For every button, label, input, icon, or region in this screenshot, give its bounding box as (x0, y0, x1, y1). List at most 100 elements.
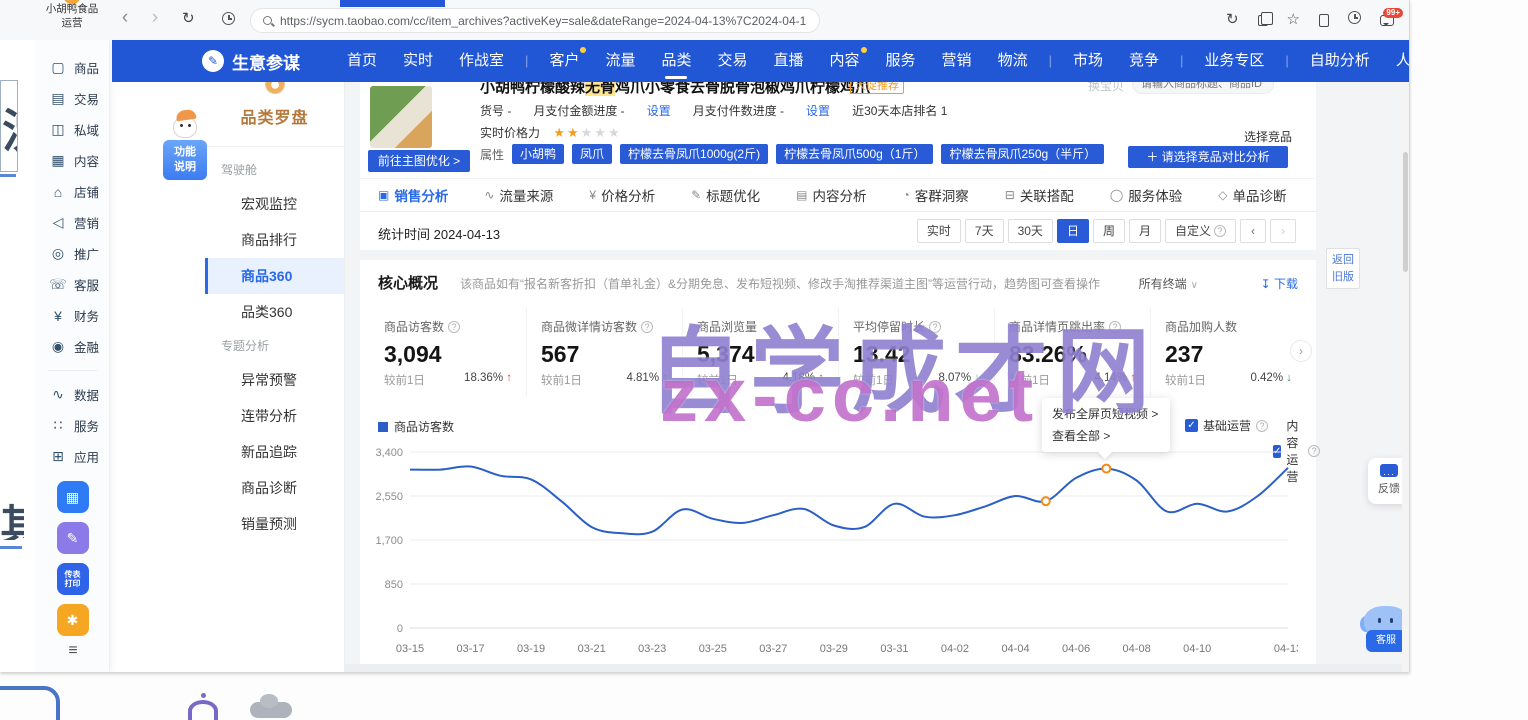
attribute-pill[interactable]: 柠檬去骨凤爪500g（1斤） (776, 144, 933, 164)
bookmark-star-icon[interactable]: ☆ (1287, 12, 1300, 28)
tab-价格分析[interactable]: ¥价格分析 (589, 185, 655, 205)
visitors-trend-chart[interactable]: 3,4002,5501,700850003-1503-1703-1903-210… (368, 446, 1298, 658)
terminal-filter-dropdown[interactable]: 所有终端∨ (1139, 275, 1198, 292)
topnav-item-13[interactable]: 竞争 (1129, 40, 1159, 82)
vertical-scrollbar[interactable] (1402, 82, 1409, 672)
refresh-icon[interactable]: ↻ (182, 9, 195, 27)
print-app-icon[interactable]: 传表打印 (57, 563, 89, 595)
sidebar-item-私域[interactable]: ◫私域 (36, 114, 109, 145)
sidebar-collapse-menu-icon[interactable]: ≡ (36, 642, 110, 660)
operation-marker[interactable] (1042, 497, 1050, 505)
sidebar-item-交易[interactable]: ▤交易 (36, 83, 109, 114)
next-period-button[interactable] (1270, 219, 1296, 243)
sidebar-item-财务[interactable]: ¥财务 (36, 300, 109, 331)
sidebar-item-数据[interactable]: ∿数据 (36, 379, 109, 410)
feature-help-widget[interactable]: 功能 说明 (163, 110, 207, 180)
subnav-item-异常预警[interactable]: 异常预警 (205, 362, 344, 398)
tab-服务体验[interactable]: ◯服务体验 (1110, 185, 1182, 205)
sidebar-item-营销[interactable]: ◁营销 (36, 207, 109, 238)
tabs-icon[interactable] (1258, 15, 1268, 26)
topnav-item-10[interactable]: 营销 (942, 40, 972, 82)
sidebar-item-推广[interactable]: ◎推广 (36, 238, 109, 269)
sycm-brand[interactable]: ✎ 生意参谋 (202, 49, 300, 74)
history-clock-icon[interactable] (222, 12, 235, 30)
chart-legend[interactable]: 商品访客数 (378, 418, 454, 435)
topnav-item-15[interactable]: 自助分析 (1310, 40, 1370, 82)
topnav-item-14[interactable]: 业务专区 (1204, 40, 1264, 82)
subnav-item-宏观监控[interactable]: 宏观监控 (205, 186, 344, 222)
url-text[interactable]: https://sycm.taobao.com/cc/item_archives… (280, 14, 807, 28)
range-button-周[interactable]: 周 (1093, 219, 1125, 243)
operation-marker[interactable] (1102, 465, 1110, 473)
hand-app-icon[interactable]: ✱ (57, 604, 89, 636)
subnav-item-连带分析[interactable]: 连带分析 (205, 398, 344, 434)
back-to-old-version-button[interactable]: 返回 旧版 (1326, 248, 1360, 289)
topnav-item-8[interactable]: 内容 (830, 40, 860, 82)
popup-action-link[interactable]: 查看全部 > (1052, 425, 1160, 447)
topnav-item-6[interactable]: 交易 (717, 40, 747, 82)
topnav-item-7[interactable]: 直播 (774, 40, 804, 82)
topnav-item-5[interactable]: 品类 (661, 40, 691, 82)
sidebar-item-商品[interactable]: ▢商品 (36, 52, 109, 83)
topnav-item-2[interactable]: 作战室 (459, 40, 504, 82)
metric-card-商品微详情访客数[interactable]: 商品微详情访客数567较前1日4.81% ↑ (526, 308, 682, 396)
subnav-item-商品360[interactable]: 商品360 (205, 258, 344, 294)
topnav-item-11[interactable]: 物流 (998, 40, 1028, 82)
set-pay-amount-link[interactable]: 设置 (647, 102, 671, 119)
popup-action-link[interactable]: 发布全屏页短视频 > (1052, 403, 1160, 425)
range-button-自定义[interactable]: 自定义 (1165, 219, 1236, 243)
tab-单品诊断[interactable]: ◇单品诊断 (1218, 185, 1286, 205)
topnav-item-12[interactable]: 市场 (1073, 40, 1103, 82)
note-app-icon[interactable]: ✎ (57, 522, 89, 554)
tab-流量来源[interactable]: ∿流量来源 (484, 185, 553, 205)
attribute-pill[interactable]: 凤爪 (572, 144, 612, 164)
tab-关联搭配[interactable]: ⊟关联搭配 (1005, 185, 1074, 205)
tab-标题优化[interactable]: ✎标题优化 (691, 185, 760, 205)
range-button-实时[interactable]: 实时 (917, 219, 961, 243)
url-bar[interactable]: https://sycm.taobao.com/cc/item_archives… (250, 8, 820, 33)
tab-客群洞察[interactable]: ◔客群洞察 (903, 185, 969, 205)
topnav-item-9[interactable]: 服务 (886, 40, 916, 82)
select-competitor-button[interactable]: ＋ 请选择竞品对比分析 (1128, 146, 1288, 168)
sidebar-item-服务[interactable]: ∷服务 (36, 410, 109, 441)
more-metrics-chevron[interactable]: › (1290, 340, 1312, 362)
checkbox-基础运营[interactable]: 基础运营 (1185, 417, 1268, 434)
download-button[interactable]: ↧ 下载 (1261, 275, 1298, 292)
topnav-item-4[interactable]: 流量 (605, 40, 635, 82)
metric-card-平均停留时长[interactable]: 平均停留时长13.42较前1日8.07% ↓ (838, 308, 994, 396)
sidebar-item-店铺[interactable]: ⌂店铺 (36, 176, 109, 207)
scrollbar-thumb[interactable] (1403, 152, 1408, 272)
sidebar-item-内容[interactable]: ▦内容 (36, 145, 109, 176)
tab-销售分析[interactable]: ▣销售分析 (378, 185, 448, 205)
range-button-30天[interactable]: 30天 (1008, 219, 1053, 243)
set-pay-count-link[interactable]: 设置 (806, 102, 830, 119)
topnav-item-3[interactable]: 客户 (549, 40, 579, 82)
sidebar-item-应用[interactable]: ⊞应用 (36, 441, 109, 472)
reading-list-icon[interactable] (1319, 14, 1329, 27)
subnav-item-商品排行[interactable]: 商品排行 (205, 222, 344, 258)
subnav-item-品类360[interactable]: 品类360 (205, 294, 344, 330)
product-image[interactable] (370, 86, 432, 148)
topnav-item-1[interactable]: 实时 (403, 40, 433, 82)
history-icon[interactable] (1348, 11, 1361, 29)
forward-icon[interactable]: › (144, 7, 166, 29)
attribute-pill[interactable]: 小胡鸭 (512, 144, 564, 164)
subnav-item-新品追踪[interactable]: 新品追踪 (205, 434, 344, 470)
range-button-7天[interactable]: 7天 (965, 219, 1004, 243)
metric-card-商品详情页跳出率[interactable]: 商品详情页跳出率83.26%较前1日4.14% ↑ (994, 308, 1150, 396)
browser-profile[interactable]: 小胡鸭食品 运营 (34, 3, 110, 30)
metric-card-商品访客数[interactable]: 商品访客数3,094较前1日18.36% ↑ (370, 308, 526, 396)
range-button-日[interactable]: 日 (1057, 219, 1089, 243)
attribute-pill[interactable]: 柠檬去骨凤爪250g（半斤） (941, 144, 1104, 164)
metric-card-商品浏览量[interactable]: 商品浏览量5,374较前1日4.18% ↑ (682, 308, 838, 396)
subnav-item-商品诊断[interactable]: 商品诊断 (205, 470, 344, 506)
goto-main-pic-button[interactable]: 前往主图优化 > (368, 150, 470, 172)
subnav-item-销量预测[interactable]: 销量预测 (205, 506, 344, 542)
notifications-icon[interactable]: 99+ (1380, 15, 1394, 26)
range-button-月[interactable]: 月 (1129, 219, 1161, 243)
prev-period-button[interactable] (1240, 219, 1266, 243)
back-icon[interactable]: ‹ (114, 7, 136, 29)
sidebar-item-金融[interactable]: ◉金融 (36, 331, 109, 362)
sync-icon[interactable]: ↻ (1226, 12, 1239, 28)
sidebar-item-客服[interactable]: ☏客服 (36, 269, 109, 300)
